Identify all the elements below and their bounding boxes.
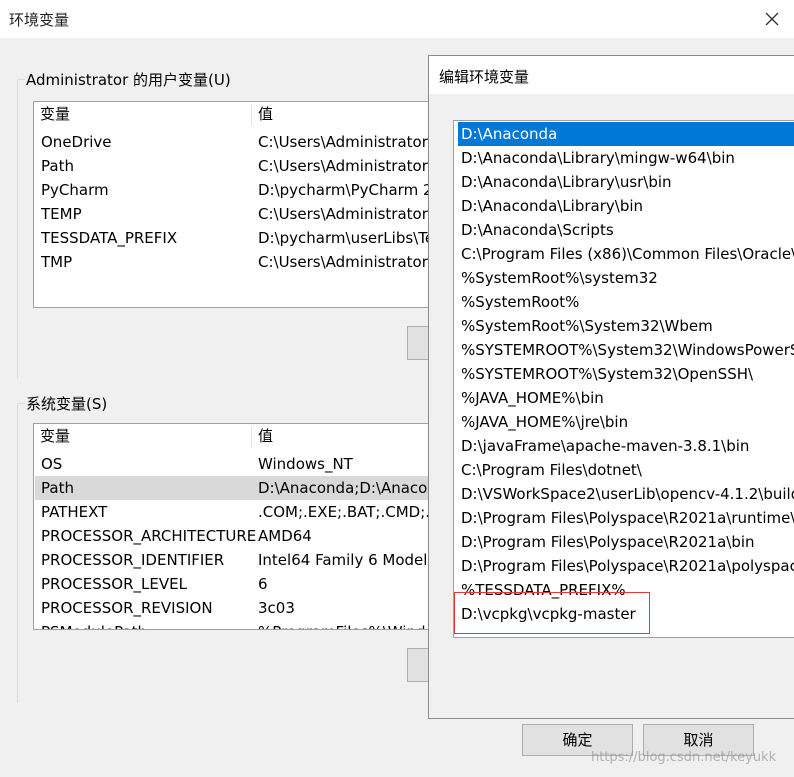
- column-header-value[interactable]: 值: [252, 424, 273, 448]
- dialog-title: 编辑环境变量: [439, 68, 530, 86]
- path-item[interactable]: %JAVA_HOME%\jre\bin: [458, 410, 794, 434]
- var-value: AMD64: [258, 527, 312, 545]
- var-name: PROCESSOR_ARCHITECTURE: [41, 527, 257, 545]
- var-value: Intel64 Family 6 Model: [258, 551, 428, 569]
- window-title: 环境变量: [9, 11, 70, 29]
- var-value: 3c03: [258, 599, 295, 617]
- path-item[interactable]: %SystemRoot%\System32\Wbem: [458, 314, 794, 338]
- var-value: Windows_NT: [258, 455, 353, 473]
- var-name: PyCharm: [41, 181, 109, 199]
- group-border: [17, 403, 25, 404]
- var-value: C:\Users\Administrator\: [258, 205, 433, 223]
- path-item[interactable]: %SystemRoot%: [458, 290, 794, 314]
- var-value: D:\pycharm\PyCharm 20: [258, 181, 433, 199]
- sys-vars-group-title: 系统变量(S): [26, 395, 108, 413]
- var-name: PROCESSOR_LEVEL: [41, 575, 187, 593]
- path-item[interactable]: D:\Program Files\Polyspace\R2021a\bin: [458, 530, 794, 554]
- group-border: [17, 403, 18, 703]
- path-item[interactable]: %SYSTEMROOT%\System32\OpenSSH\: [458, 362, 794, 386]
- table-row[interactable]: TESSDATA_PREFIX D:\pycharm\userLibs\Te: [35, 226, 433, 250]
- table-row[interactable]: Path C:\Users\Administrator\: [35, 154, 433, 178]
- table-row-selected[interactable]: Path D:\Anaconda;D:\Anacor: [35, 476, 433, 500]
- user-vars-group-title: Administrator 的用户变量(U): [26, 71, 231, 89]
- var-name: TESSDATA_PREFIX: [41, 229, 178, 247]
- var-value: C:\Users\Administrator\: [258, 133, 433, 151]
- var-name: PSModulePath: [41, 620, 147, 629]
- path-item[interactable]: D:\Program Files\Polyspace\R2021a\runtim…: [458, 506, 794, 530]
- table-row[interactable]: PROCESSOR_REVISION 3c03: [35, 596, 432, 620]
- column-header-variable[interactable]: 变量: [34, 424, 70, 448]
- var-value: C:\Users\Administrator\: [258, 157, 433, 175]
- table-row[interactable]: TMP C:\Users\Administrator\: [35, 250, 433, 274]
- path-item[interactable]: C:\Program Files (x86)\Common Files\Orac…: [458, 242, 794, 266]
- var-value: D:\pycharm\userLibs\Te: [258, 229, 433, 247]
- var-name: OneDrive: [41, 133, 112, 151]
- list-header: 变量 值: [34, 102, 432, 126]
- path-item[interactable]: %JAVA_HOME%\bin: [458, 386, 794, 410]
- path-item[interactable]: D:\Anaconda\Library\bin: [458, 194, 794, 218]
- path-item[interactable]: %SystemRoot%\system32: [458, 266, 794, 290]
- column-header-value[interactable]: 值: [252, 102, 273, 126]
- var-name: TEMP: [41, 205, 82, 223]
- var-value: D:\Anaconda;D:\Anacor: [258, 479, 433, 497]
- path-item[interactable]: D:\Anaconda\Library\mingw-w64\bin: [458, 146, 794, 170]
- close-icon[interactable]: [760, 7, 784, 31]
- var-value: C:\Users\Administrator\: [258, 253, 433, 271]
- table-row[interactable]: OneDrive C:\Users\Administrator\: [35, 130, 433, 154]
- path-item[interactable]: D:\javaFrame\apache-maven-3.8.1\bin: [458, 434, 794, 458]
- path-item[interactable]: D:\Program Files\Polyspace\R2021a\polysp…: [458, 554, 794, 578]
- table-row[interactable]: PATHEXT .COM;.EXE;.BAT;.CMD;.V: [35, 500, 433, 524]
- var-name: PROCESSOR_IDENTIFIER: [41, 551, 225, 569]
- column-header-variable[interactable]: 变量: [34, 102, 70, 126]
- highlight-box: [454, 592, 650, 634]
- group-border: [17, 79, 25, 80]
- sys-vars-list[interactable]: 变量 值 OS Windows_NT Path D:\Anaconda;D:\Ana…: [33, 423, 433, 630]
- table-row[interactable]: PSModulePath %ProgramFiles%\Wind: [35, 620, 432, 629]
- list-header: 变量 值: [34, 424, 432, 448]
- var-name: TMP: [41, 253, 73, 271]
- var-name: Path: [41, 479, 74, 497]
- title-bar: [0, 0, 794, 38]
- table-row[interactable]: OS Windows_NT: [35, 452, 432, 476]
- user-vars-list[interactable]: 变量 值 OneDrive C:\Users\Administrator\ Pat…: [33, 101, 433, 308]
- var-name: Path: [41, 157, 74, 175]
- var-value: %ProgramFiles%\Wind: [258, 620, 425, 629]
- watermark: https://blog.csdn.net/keyukk: [591, 750, 777, 765]
- path-item[interactable]: %SYSTEMROOT%\System32\WindowsPowerS: [458, 338, 794, 362]
- table-row[interactable]: PyCharm D:\pycharm\PyCharm 20: [35, 178, 433, 202]
- var-name: OS: [41, 455, 63, 473]
- var-value: 6: [258, 575, 268, 593]
- path-item[interactable]: D:\VSWorkSpace2\userLib\opencv-4.1.2\bui…: [458, 482, 794, 506]
- path-item[interactable]: D:\Anaconda\Scripts: [458, 218, 794, 242]
- path-item[interactable]: D:\Anaconda\Library\usr\bin: [458, 170, 794, 194]
- var-value: .COM;.EXE;.BAT;.CMD;.V: [258, 503, 433, 521]
- group-border: [17, 79, 18, 379]
- table-row[interactable]: TEMP C:\Users\Administrator\: [35, 202, 433, 226]
- path-list[interactable]: D:\Anaconda D:\Anaconda\Library\mingw-w6…: [453, 120, 794, 638]
- table-row[interactable]: PROCESSOR_LEVEL 6: [35, 572, 432, 596]
- table-row[interactable]: PROCESSOR_ARCHITECTURE AMD64: [35, 524, 432, 548]
- path-item[interactable]: C:\Program Files\dotnet\: [458, 458, 794, 482]
- table-row[interactable]: PROCESSOR_IDENTIFIER Intel64 Family 6 Mod…: [35, 548, 432, 572]
- var-name: PATHEXT: [41, 503, 108, 521]
- path-item-selected[interactable]: D:\Anaconda: [458, 122, 794, 146]
- var-name: PROCESSOR_REVISION: [41, 599, 213, 617]
